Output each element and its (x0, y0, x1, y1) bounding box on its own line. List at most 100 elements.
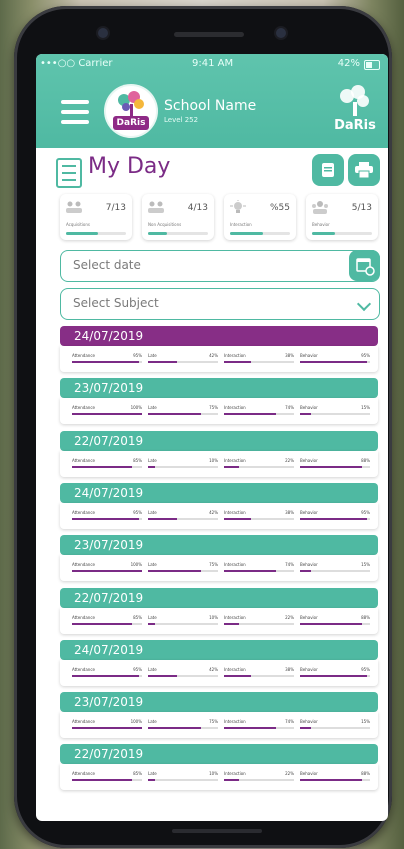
stats-row: 7/13 Acquisitions 4/13 Non Acquisitions … (36, 194, 388, 244)
metric-label: Interaction (224, 666, 246, 672)
metric: Late 75% (148, 405, 218, 419)
metric-value: 22% (285, 614, 294, 620)
day-entry-card[interactable]: 23/07/2019 Attendance 100% Late 75% Interacti… (60, 378, 378, 425)
stat-progress (148, 232, 208, 235)
metric-value: 88% (361, 771, 370, 777)
metric-bar (224, 361, 294, 363)
entry-metrics: Attendance 100% Late 75% Interaction 74% Behav… (60, 398, 378, 425)
metric-bar (148, 779, 218, 782)
entry-date[interactable]: 22/07/2019 (60, 744, 378, 765)
home-indicator (172, 829, 262, 833)
entry-metrics: Attendance 85% Late 10% Interaction 22% Behavi… (60, 607, 378, 634)
metric: Late 42% (148, 510, 218, 524)
calendar-icon (356, 258, 375, 276)
metric-value: 95% (133, 353, 142, 358)
entry-date[interactable]: 24/07/2019 (60, 639, 378, 660)
day-entry-card[interactable]: 23/07/2019 Attendance 100% Late 75% Interacti… (60, 692, 378, 739)
day-entry-card[interactable]: 23/07/2019 Attendance 100% Late 75% Interacti… (60, 535, 378, 582)
app-header: •••○○ Carrier 9:41 AM 42% DaRis School N… (36, 54, 388, 148)
metric-value: 75% (209, 719, 218, 725)
metric-value: 95% (133, 509, 142, 515)
metric-bar (224, 674, 294, 677)
day-entry-card[interactable]: 24/07/2019 Attendance 95% Late 42% Interactio… (60, 639, 378, 686)
metric: Interaction 74% (224, 719, 294, 733)
metric-label: Interaction (224, 405, 246, 411)
metric-bar (300, 779, 370, 782)
metric-value: 75% (209, 405, 218, 411)
print-button[interactable] (348, 154, 380, 186)
metric-label: Interaction (224, 562, 246, 568)
metric-label: Behavior (300, 562, 318, 568)
metric-label: Late (148, 666, 157, 672)
stat-card[interactable]: 5/13 Behavior (306, 194, 378, 240)
stat-caption: Non Acquisitions (148, 222, 182, 227)
page-title: My Day (88, 154, 171, 179)
metric: Behavior 95% (300, 510, 370, 524)
stat-card[interactable]: 4/13 Non Acquisitions (142, 194, 214, 240)
metric-value: 10% (209, 614, 218, 620)
metric-value: 15% (361, 562, 370, 568)
stat-card[interactable]: 7/13 Acquisitions (60, 194, 132, 240)
metric: Interaction 38% (224, 353, 294, 367)
metric: Interaction 38% (224, 667, 294, 681)
metric: Attendance 95% (72, 667, 142, 681)
metric-label: Late (148, 509, 157, 515)
metric-label: Attendance (72, 719, 95, 725)
carrier-label: •••○○ Carrier (40, 58, 113, 69)
metric-label: Attendance (72, 614, 95, 620)
metric-bar (72, 465, 142, 468)
day-entry-card[interactable]: 22/07/2019 Attendance 85% Late 10% Interactio… (60, 430, 378, 477)
metric-label: Attendance (72, 771, 95, 777)
calendar-button[interactable] (349, 250, 380, 281)
metric-value: 100% (130, 719, 142, 725)
subject-select[interactable]: Select Subject (60, 288, 380, 320)
entry-date[interactable]: 22/07/2019 (60, 587, 378, 608)
day-entry-card[interactable]: 22/07/2019 Attendance 85% Late 10% Interactio… (60, 744, 378, 791)
entry-date[interactable]: 23/07/2019 (60, 378, 378, 399)
metric: Attendance 100% (72, 719, 142, 733)
metric-bar (72, 622, 142, 625)
metric: Attendance 100% (72, 405, 142, 419)
metric-value: 95% (133, 666, 142, 672)
metric-value: 22% (285, 457, 294, 463)
metric-label: Behavior (300, 509, 318, 515)
metric-label: Behavior (300, 771, 318, 777)
metric: Behavior 88% (300, 458, 370, 472)
school-logo[interactable]: DaRis (106, 86, 156, 136)
metric-bar (300, 674, 370, 677)
metric-bar (72, 413, 142, 416)
metric-label: Behavior (300, 666, 318, 672)
entry-date[interactable]: 24/07/2019 (60, 482, 378, 503)
metric-value: 85% (133, 457, 142, 463)
metric-bar (148, 622, 218, 625)
export-button[interactable] (312, 154, 344, 186)
metric-label: Behavior (300, 353, 318, 358)
hamburger-menu-icon[interactable] (61, 100, 89, 124)
metric-bar (148, 413, 218, 416)
stat-card[interactable]: %55 Interaction (224, 194, 296, 240)
entry-date[interactable]: 23/07/2019 (60, 692, 378, 713)
metric-value: 95% (361, 353, 370, 358)
entry-date[interactable]: 22/07/2019 (60, 430, 378, 451)
metric-label: Behavior (300, 405, 318, 411)
phone-frame: •••○○ Carrier 9:41 AM 42% DaRis School N… (14, 6, 392, 848)
metric-label: Late (148, 405, 157, 411)
metric: Behavior 88% (300, 615, 370, 629)
metric: Interaction 38% (224, 510, 294, 524)
clipboard-icon (56, 158, 82, 188)
speaker-grille (174, 32, 244, 37)
metric-bar (148, 674, 218, 677)
metric-bar (224, 622, 294, 625)
entry-date[interactable]: 23/07/2019 (60, 535, 378, 556)
metric-label: Interaction (224, 457, 246, 463)
sensor-icon (276, 28, 286, 38)
day-entry-card[interactable]: 24/07/2019 Attendance 95% Late 42% Interactio… (60, 326, 378, 372)
entry-date[interactable]: 24/07/2019 (60, 326, 378, 346)
day-entry-card[interactable]: 24/07/2019 Attendance 95% Late 42% Interactio… (60, 482, 378, 529)
date-select-field[interactable]: Select date (60, 250, 380, 282)
metric: Late 10% (148, 615, 218, 629)
metric: Attendance 95% (72, 510, 142, 524)
day-entry-card[interactable]: 22/07/2019 Attendance 85% Late 10% Interactio… (60, 587, 378, 634)
metric: Late 10% (148, 458, 218, 472)
metric-bar (224, 727, 294, 730)
